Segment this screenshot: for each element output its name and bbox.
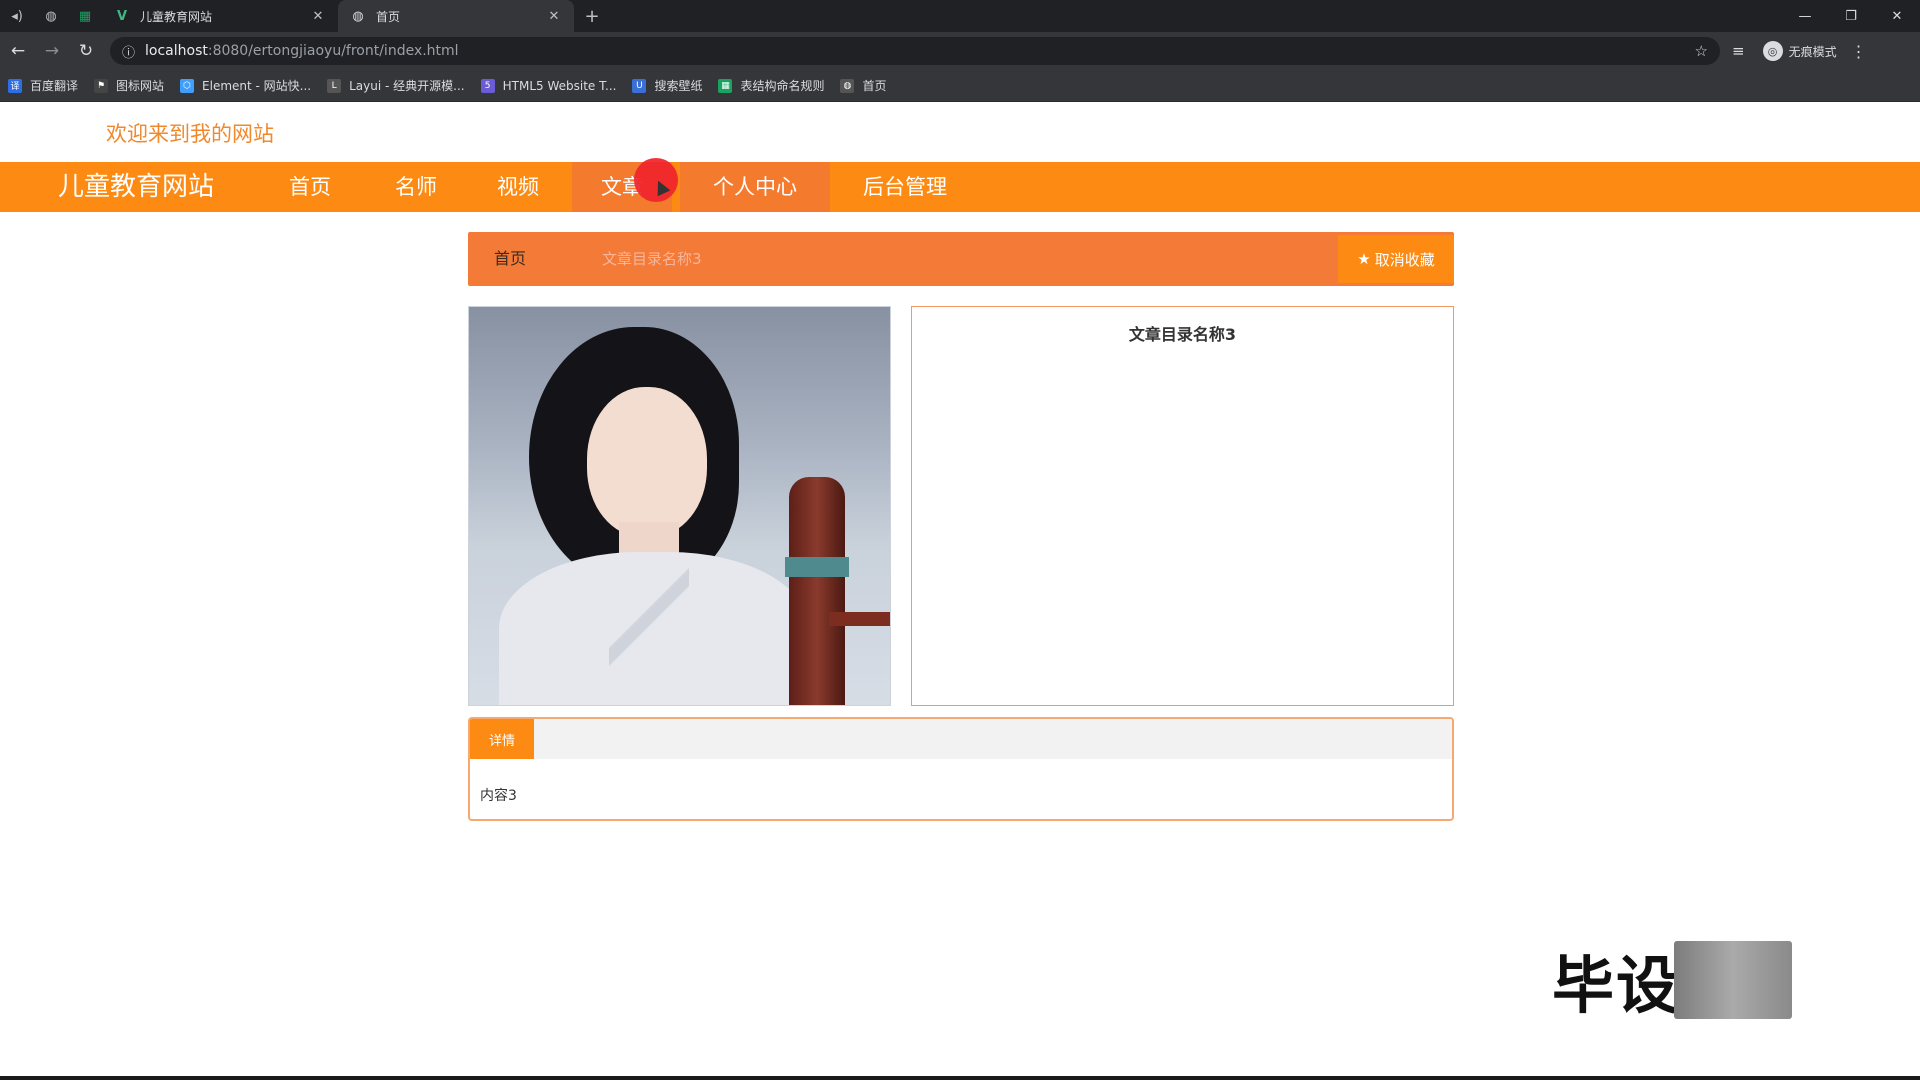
page-content: 欢迎来到我的网站 儿童教育网站 首页 名师 视频 文章 个人中心 后台管理 首页… [0,102,1920,1076]
bookmark-favicon-icon: 译 [8,78,22,93]
bookmark-favicon-icon: ⚑ [94,78,109,93]
forward-icon[interactable]: → [36,35,68,67]
breadcrumb-current: 文章目录名称3 [602,250,702,268]
toolbar-right: ≡ ◎ 无痕模式 ⋮ [1732,41,1867,61]
restore-icon[interactable]: ❐ [1828,0,1874,32]
close-window-icon[interactable]: ✕ [1874,0,1920,32]
tab-detail[interactable]: 详情 [470,719,534,759]
unfavorite-button[interactable]: ★ 取消收藏 [1338,235,1454,283]
minimize-icon[interactable]: — [1782,0,1828,32]
article-image [468,306,891,706]
url-path: :8080/ertongjiaoyu/front/index.html [207,43,459,59]
bookmark-label: HTML5 Website T... [502,78,617,93]
info-icon[interactable]: ⓘ [122,42,135,61]
photo-rail [829,612,890,626]
nav-item-videos[interactable]: 视频 [468,162,568,212]
browser-tab-1[interactable]: V 儿童教育网站 ✕ [102,0,338,32]
back-icon[interactable]: ← [2,35,34,67]
article-info-panel: 文章目录名称3 [911,306,1454,706]
bookmark-favicon-icon: 5 [480,78,495,93]
new-tab-button[interactable]: + [574,0,610,32]
url-host: localhost [145,43,208,59]
bookmark-star-icon[interactable]: ☆ [1695,42,1708,60]
incognito-profile[interactable]: ◎ 无痕模式 [1762,41,1837,61]
bookmark-item[interactable]: 5 HTML5 Website T... [480,78,617,93]
taskbar-edge [0,1076,1920,1080]
globe-icon: ◍ [352,8,364,24]
browser-tab-strip: ◂) ◍ ▦ V 儿童教育网站 ✕ ◍ 首页 ✕ + — ❐ ✕ [0,0,1920,32]
photo-post-band [785,557,849,577]
nav-item-teachers[interactable]: 名师 [366,162,466,212]
menu-icon[interactable]: ⋮ [1851,42,1867,61]
bookmarks-bar: 译百度翻译 ⚑ 图标网站 ⬡ Element - 网站快... L Layui - 经典开源… [0,70,1920,102]
nav-item-home[interactable]: 首页 [262,162,358,212]
bookmark-label: 搜索壁纸 [654,79,703,93]
watermark: 毕设 [1552,940,1793,1022]
bookmark-label: 百度翻译 [30,79,79,93]
bookmark-item[interactable]: L Layui - 经典开源模... [327,77,465,94]
nav-item-personal-center[interactable]: 个人中心 [680,162,830,212]
browser-tab-2[interactable]: ◍ 首页 ✕ [338,0,574,32]
bookmark-favicon-icon: ▦ [718,78,733,93]
profile-label: 无痕模式 [1788,44,1837,59]
bookmark-item[interactable]: ◍ 首页 [840,77,887,94]
bookmark-favicon-icon: ⬡ [180,78,195,93]
bookmark-label: Element - 网站快... [202,79,312,93]
tab-title: 儿童教育网站 [140,9,213,24]
bookmark-item[interactable]: ▦ 表结构命名规则 [718,77,824,94]
photo-face [587,387,707,537]
close-icon[interactable]: ✕ [310,9,326,24]
detail-tab-bar: 详情 [470,719,1452,759]
star-icon: ★ [1357,250,1371,268]
sheets-icon[interactable]: ▦ [68,0,102,32]
article-title: 文章目录名称3 [1128,325,1237,344]
vue-icon: V [116,8,128,24]
tab-title: 首页 [376,9,401,24]
close-icon[interactable]: ✕ [546,9,562,24]
photo-post [789,477,845,705]
bookmark-item[interactable]: 译百度翻译 [8,77,78,94]
unfavorite-label: 取消收藏 [1374,250,1435,269]
click-indicator [634,158,678,202]
nav-item-admin[interactable]: 后台管理 [835,162,975,212]
bookmark-item[interactable]: ⬡ Element - 网站快... [180,77,311,94]
detail-content: 内容3 [480,788,517,804]
browser-toolbar: ← → ↻ ⓘ localhost:8080/ertongjiaoyu/fron… [0,32,1920,70]
chrome-icon[interactable]: ◍ [34,0,68,32]
detail-panel: 详情 内容3 [468,717,1454,821]
breadcrumb-home[interactable]: 首页 [494,232,526,286]
bookmark-label: 表结构命名规则 [740,79,825,93]
breadcrumb: 首页 文章目录名称3 ★ 取消收藏 [468,232,1454,286]
watermark-text: 毕设 [1552,949,1681,1022]
reload-icon[interactable]: ↻ [70,35,102,67]
bookmark-favicon-icon: U [632,78,647,93]
bookmark-item[interactable]: ⚑ 图标网站 [94,77,164,94]
bookmark-favicon-icon: L [327,78,342,93]
bookmark-label: Layui - 经典开源模... [349,79,465,93]
bookmark-label: 图标网站 [116,79,165,93]
site-brand[interactable]: 儿童教育网站 [58,162,214,212]
incognito-icon: ◎ [1762,41,1783,61]
bookmark-item[interactable]: U 搜索壁纸 [632,77,702,94]
reading-list-icon[interactable]: ≡ [1732,42,1745,60]
welcome-text: 欢迎来到我的网站 [106,122,274,146]
bookmark-favicon-icon: ◍ [840,78,855,93]
tab-audio-icon[interactable]: ◂) [0,0,34,32]
photo-collar [609,557,689,677]
address-bar[interactable]: ⓘ localhost:8080/ertongjiaoyu/front/inde… [110,37,1720,65]
watermark-blur [1674,941,1793,1019]
window-controls: — ❐ ✕ [1782,0,1920,32]
bookmark-label: 首页 [862,79,887,93]
main-navbar: 儿童教育网站 首页 名师 视频 文章 个人中心 后台管理 [0,162,1920,212]
url-text: localhost:8080/ertongjiaoyu/front/index.… [145,43,1695,59]
